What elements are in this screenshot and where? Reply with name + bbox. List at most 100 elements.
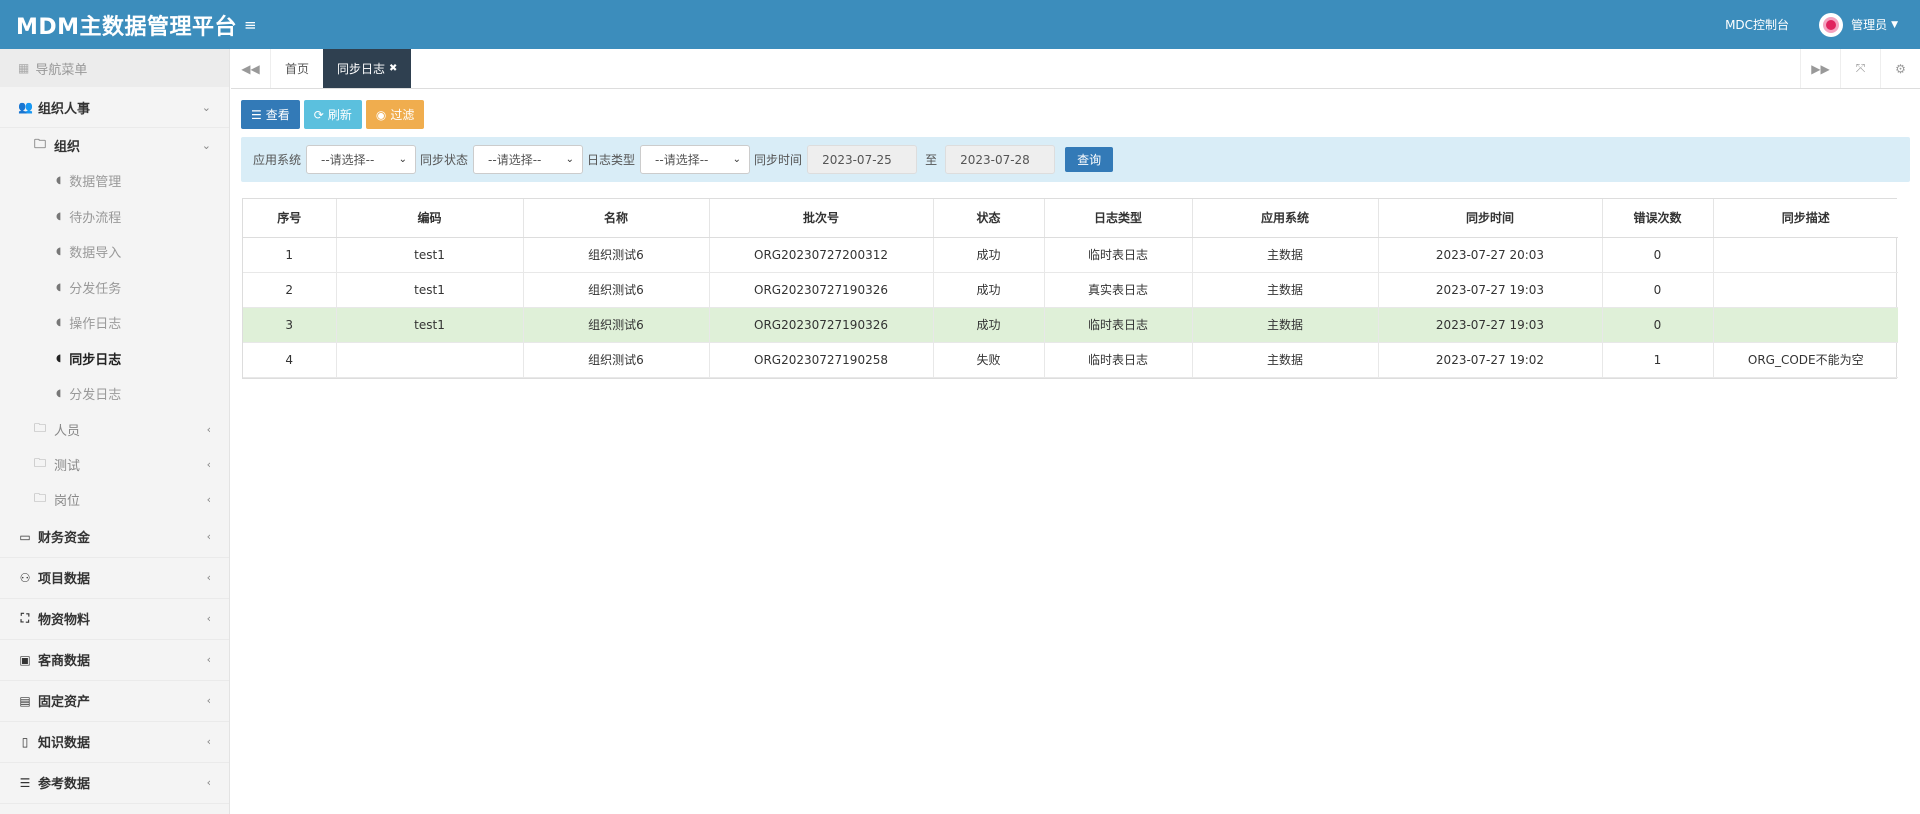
table-row-highlighted[interactable]: 3 test1 组织测试6 ORG20230727190326 成功 临时表日志… — [243, 307, 1898, 343]
tab-scroll-left-icon[interactable]: ◀◀ — [231, 49, 271, 88]
sidebar-group-materials[interactable]: ⛶ 物资物料 ‹ — [0, 599, 229, 640]
query-button[interactable]: 查询 — [1065, 147, 1114, 172]
table-row[interactable]: 4 组织测试6 ORG20230727190258 失败 临时表日志 主数据 2… — [243, 342, 1898, 378]
date-from-input[interactable]: 2023-07-25 — [807, 145, 918, 174]
sidebar-item-operation-log[interactable]: ◖ 操作日志 — [0, 305, 229, 341]
sitemap-icon: ⚇ — [19, 570, 31, 585]
folder-open-icon: 🗀 — [34, 137, 47, 151]
avatar — [1819, 12, 1844, 37]
column-header[interactable]: 日志类型 — [1044, 199, 1193, 238]
column-header[interactable]: 应用系统 — [1192, 199, 1379, 238]
column-header[interactable]: 状态 — [933, 199, 1045, 238]
column-header[interactable]: 序号 — [243, 199, 337, 238]
chevron-down-icon: ⌄ — [201, 100, 211, 114]
gear-icon[interactable]: ⚙ — [1880, 49, 1920, 88]
app-system-select[interactable]: --请选择-- ⌄ — [306, 145, 417, 174]
date-to-separator: 至 — [925, 153, 938, 167]
log-type-select[interactable]: --请选择-- ⌄ — [640, 145, 751, 174]
sidebar-group-reference[interactable]: ☰ 参考数据 ‹ — [0, 763, 229, 804]
view-button-label: 查看 — [265, 108, 290, 122]
table-cell: 真实表日志 — [1044, 272, 1193, 308]
user-menu[interactable]: 管理员 ▼ — [1819, 12, 1898, 37]
table-cell: 0 — [1602, 237, 1714, 273]
sidebar-group-knowledge[interactable]: ▯ 知识数据 ‹ — [0, 722, 229, 763]
chevron-left-icon: ‹ — [206, 492, 211, 506]
sidebar-item-data-management[interactable]: ◖ 数据管理 — [0, 163, 229, 199]
filter-button[interactable]: ◉ 过滤 — [365, 100, 425, 129]
tab-bar-right: ▶▶ ⤧ ⚙ — [1800, 49, 1920, 88]
table-cell: ORG20230727190258 — [709, 342, 934, 378]
table-cell: 主数据 — [1192, 342, 1379, 378]
column-header[interactable]: 名称 — [523, 199, 710, 238]
sidebar-subgroup-post[interactable]: 🗀 岗位 ‹ — [0, 482, 229, 517]
table-cell: 1 — [243, 237, 337, 273]
close-icon[interactable]: ✖ — [389, 63, 397, 74]
archive-icon: ▤ — [19, 693, 31, 708]
sidebar-subgroup-test[interactable]: 🗀 测试 ‹ — [0, 447, 229, 482]
table-cell: test1 — [336, 272, 524, 308]
table-cell: 组织测试6 — [523, 237, 710, 273]
table-cell: 4 — [243, 342, 337, 378]
sidebar-group-finance[interactable]: ▭ 财务资金 ‹ — [0, 517, 229, 558]
sidebar-group-label: 固定资产 — [38, 695, 91, 710]
app-brand[interactable]: MDM主数据管理平台 — [0, 9, 237, 41]
leaf-icon: ◖ — [56, 352, 62, 364]
column-header[interactable]: 同步描述 — [1713, 199, 1898, 238]
sidebar: ▦ 导航菜单 👥 组织人事 ⌄ 🗀 组织 ⌄ ◖ 数据管理 ◖ 待办流程 ◖ 数… — [0, 49, 230, 814]
table-cell — [336, 342, 524, 378]
chevron-down-icon: ⌄ — [565, 154, 575, 165]
view-button[interactable]: ☰ 查看 — [241, 100, 300, 129]
console-link[interactable]: MDC控制台 — [1725, 16, 1789, 33]
sidebar-item-sync-log[interactable]: ◖ 同步日志 — [0, 341, 229, 377]
tab-label: 同步日志 — [337, 62, 386, 76]
leaf-icon: ◖ — [56, 281, 62, 293]
chevron-left-icon: ‹ — [206, 653, 211, 666]
folder-icon: 🗀 — [34, 490, 47, 505]
sidebar-item-dispatch-task[interactable]: ◖ 分发任务 — [0, 270, 229, 306]
sidebar-subgroup-label: 测试 — [54, 458, 81, 474]
sidebar-group-fixed-assets[interactable]: ▤ 固定资产 ‹ — [0, 681, 229, 722]
column-header[interactable]: 编码 — [336, 199, 524, 238]
table-row[interactable]: 2 test1 组织测试6 ORG20230727190326 成功 真实表日志… — [243, 272, 1898, 308]
table-row[interactable]: 1 test1 组织测试6 ORG20230727200312 成功 临时表日志… — [243, 237, 1898, 273]
date-to-input[interactable]: 2023-07-28 — [945, 145, 1056, 174]
sidebar-subgroup-label: 人员 — [54, 423, 81, 439]
sidebar-group-label: 财务资金 — [38, 531, 91, 546]
tab-home[interactable]: 首页 — [271, 49, 323, 88]
filter-bar: 应用系统 --请选择-- ⌄ 同步状态 --请选择-- ⌄ 日志类型 --请选择… — [241, 137, 1910, 182]
column-header[interactable]: 错误次数 — [1602, 199, 1714, 238]
chevron-left-icon: ‹ — [206, 776, 211, 789]
toolbar: ☰ 查看 ⟳ 刷新 ◉ 过滤 — [241, 100, 1910, 129]
sidebar-item-label: 数据管理 — [69, 175, 122, 191]
sidebar-group-merchant[interactable]: ▣ 客商数据 ‹ — [0, 640, 229, 681]
table-cell: ORG_CODE不能为空 — [1713, 342, 1898, 378]
sidebar-group-project[interactable]: ⚇ 项目数据 ‹ — [0, 558, 229, 599]
chevron-left-icon: ‹ — [206, 422, 211, 436]
nav-header: ▦ 导航菜单 — [0, 49, 229, 87]
sidebar-subgroup-org[interactable]: 🗀 组织 ⌄ — [0, 128, 229, 163]
column-header[interactable]: 同步时间 — [1378, 199, 1603, 238]
sidebar-item-pending-flow[interactable]: ◖ 待办流程 — [0, 199, 229, 235]
sidebar-group-label: 知识数据 — [38, 736, 91, 751]
table-cell — [1713, 237, 1898, 273]
table-cell: 2023-07-27 19:02 — [1378, 342, 1603, 378]
refresh-button[interactable]: ⟳ 刷新 — [303, 100, 362, 129]
chevron-left-icon: ‹ — [206, 530, 211, 543]
menu-toggle-icon[interactable]: ≡ — [244, 16, 257, 34]
column-header[interactable]: 批次号 — [709, 199, 934, 238]
sidebar-item-data-import[interactable]: ◖ 数据导入 — [0, 234, 229, 270]
fullscreen-icon[interactable]: ⤧ — [1840, 49, 1880, 88]
sync-status-select[interactable]: --请选择-- ⌄ — [473, 145, 584, 174]
table-cell: 2023-07-27 19:03 — [1378, 307, 1603, 343]
sidebar-group-org-hr[interactable]: 👥 组织人事 ⌄ — [0, 87, 229, 128]
sidebar-subgroup-personnel[interactable]: 🗀 人员 ‹ — [0, 412, 229, 447]
eye-icon: ◉ — [375, 107, 387, 122]
sidebar-item-dispatch-log[interactable]: ◖ 分发日志 — [0, 376, 229, 412]
table-cell: 组织测试6 — [523, 272, 710, 308]
main-content: ☰ 查看 ⟳ 刷新 ◉ 过滤 应用系统 --请选择-- ⌄ 同步状态 --请选择… — [231, 90, 1920, 814]
sync-log-table: 序号 编码 名称 批次号 状态 日志类型 应用系统 同步时间 错误次数 同步描述… — [242, 198, 1898, 379]
tab-scroll-right-icon[interactable]: ▶▶ — [1800, 49, 1840, 88]
briefcase-icon: ▣ — [19, 652, 31, 667]
tab-sync-log[interactable]: 同步日志 ✖ — [323, 49, 412, 88]
leaf-icon: ◖ — [56, 388, 62, 400]
